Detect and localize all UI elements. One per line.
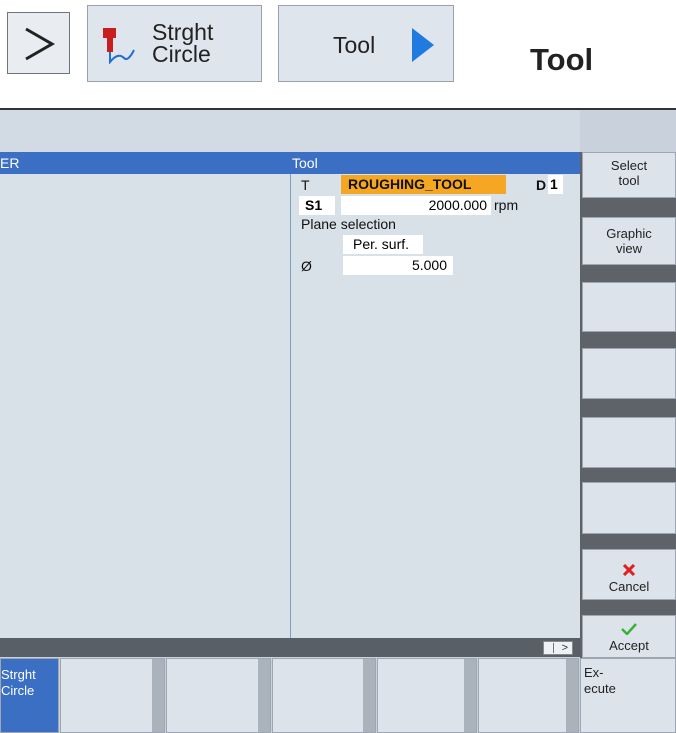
softkey-label-line2: view (615, 241, 642, 256)
d-label: D (536, 177, 547, 193)
indicator-separator (553, 643, 554, 653)
bottom-softkey-5[interactable] (377, 658, 477, 733)
title-bar: ER Tool (0, 152, 580, 174)
graphic-view-softkey[interactable]: Graphic view (582, 217, 676, 265)
diameter-field[interactable]: 5.000 (343, 256, 453, 275)
accept-label: Accept (609, 638, 649, 653)
page-title: Tool (530, 42, 594, 77)
accept-softkey[interactable]: Accept (582, 615, 676, 658)
vertical-softkey-bar: Select tool Graphic view Cancel Accept (580, 152, 676, 733)
d-number-field[interactable]: 1 (548, 175, 563, 194)
header-band (0, 110, 580, 152)
softkey-empty-3[interactable] (582, 282, 676, 332)
bottom-softkey-3[interactable] (166, 658, 271, 733)
cnc-screen: ER Tool T ROUGHING_TOOL D 1 S1 2000.000 … (0, 110, 676, 733)
tool-name-field[interactable]: ROUGHING_TOOL (341, 175, 506, 194)
strght-circle-button[interactable]: Strght Circle (87, 5, 262, 82)
softkey-label-line2: ecute (584, 681, 616, 696)
spindle-select[interactable]: S1 (299, 196, 335, 215)
t-label: T (301, 177, 310, 193)
tool-panel-title: Tool (292, 155, 318, 171)
softkey-label-line2: tool (618, 173, 640, 188)
graphic-pane (0, 174, 291, 638)
key-shade (152, 659, 164, 732)
tool-parameters-pane: T ROUGHING_TOOL D 1 S1 2000.000 rpm Plan… (291, 174, 580, 638)
bottom-softkey-2[interactable] (60, 658, 165, 733)
chevron-button[interactable] (7, 12, 70, 74)
softkey-label-line1: Ex- (584, 665, 604, 680)
key-shade (363, 659, 375, 732)
diameter-label: Ø (301, 258, 312, 274)
bottom-softkey-4[interactable] (272, 658, 376, 733)
plane-selection-label: Plane selection (301, 216, 396, 232)
key-shade (464, 659, 476, 732)
indicator-arrow: > (561, 642, 568, 654)
softkey-empty-6[interactable] (582, 482, 676, 534)
milling-path-icon (103, 28, 135, 64)
status-bar (0, 638, 580, 657)
key-shade (566, 659, 578, 732)
scroll-indicator[interactable]: > (543, 641, 573, 655)
strght-circle-label: Strght Circle (152, 19, 214, 67)
spindle-speed-field[interactable]: 2000.000 (341, 196, 491, 215)
strght-circle-softkey[interactable]: Strght Circle (0, 658, 59, 733)
softkey-label-line1: Graphic (606, 226, 652, 241)
tool-button[interactable]: Tool (278, 5, 454, 82)
key-shade (258, 659, 270, 732)
softkey-label-line1: Strght (1, 667, 36, 682)
plane-selection-field[interactable]: Per. surf. (343, 235, 423, 254)
bottom-softkey-6[interactable] (478, 658, 579, 733)
softkey-empty-4[interactable] (582, 348, 676, 399)
rpm-unit: rpm (494, 197, 519, 213)
tool-button-label: Tool (333, 32, 376, 58)
cancel-x-icon (623, 564, 635, 576)
select-tool-softkey[interactable]: Select tool (582, 152, 676, 198)
execute-softkey[interactable]: Ex- ecute (580, 658, 676, 733)
arrow-right-icon (412, 28, 434, 62)
cancel-label: Cancel (608, 579, 650, 594)
accept-check-icon (621, 623, 637, 635)
softkey-empty-5[interactable] (582, 417, 676, 468)
softkey-label-line1: Select (610, 158, 648, 173)
cancel-softkey[interactable]: Cancel (582, 549, 676, 600)
softkey-label-line2: Circle (1, 683, 35, 698)
chevron-right-icon (25, 27, 56, 61)
title-left-text: ER (0, 155, 20, 171)
